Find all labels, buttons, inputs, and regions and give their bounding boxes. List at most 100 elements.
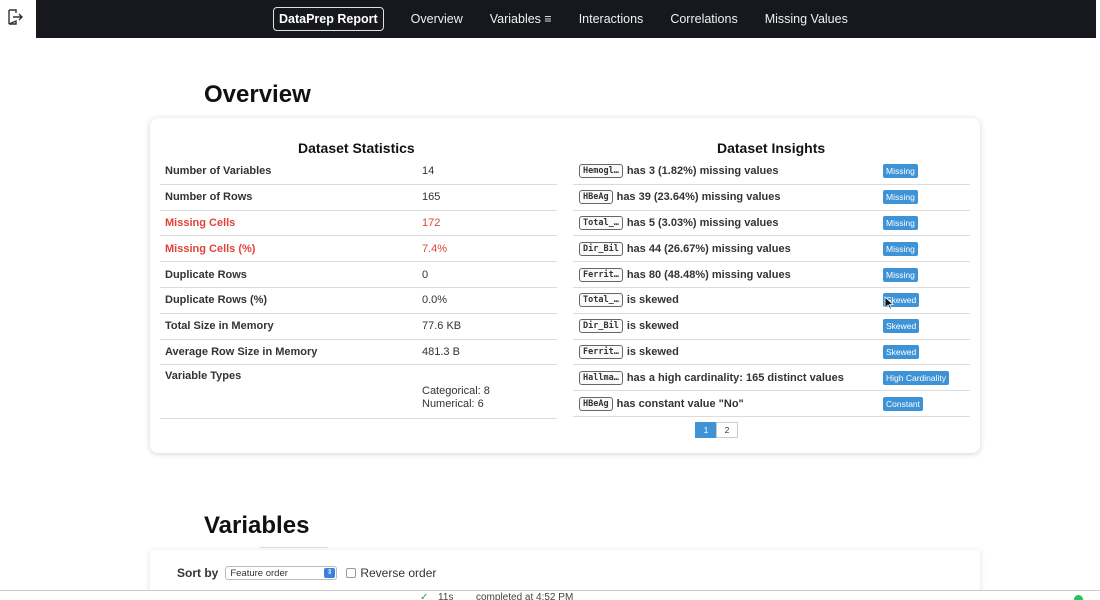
sort-by-label: Sort by: [177, 566, 219, 580]
status-duration: 11s: [438, 592, 454, 600]
stat-value: 0: [422, 268, 429, 281]
status-bar: ✓ 11s completed at 4:52 PM: [0, 590, 1100, 600]
insight-text: has 3 (1.82%) missing values: [626, 165, 779, 178]
insight-row: Total_… has 5 (3.03%) missing values Miss…: [573, 211, 970, 237]
nav-missing-values[interactable]: Missing Values: [765, 12, 848, 26]
check-icon: ✓: [420, 592, 429, 600]
stat-value: 165: [422, 191, 441, 204]
stat-value: 77.6 KB: [422, 320, 462, 333]
column-code[interactable]: Ferrit…: [579, 344, 623, 359]
stat-value: 7.4%: [422, 242, 448, 255]
page-1-button[interactable]: 1: [695, 422, 717, 438]
brand-button[interactable]: DataPrep Report: [273, 7, 384, 31]
stat-row: Duplicate Rows 0: [160, 262, 557, 288]
top-navbar: DataPrep Report Overview Variables ≡ Int…: [36, 0, 1096, 38]
stat-label: Missing Cells: [165, 216, 236, 229]
stat-value: 0.0%: [422, 294, 448, 307]
insight-badge[interactable]: Constant: [883, 396, 924, 411]
stat-row-alert: Missing Cells 172: [160, 211, 557, 237]
insight-badge[interactable]: Missing: [883, 190, 918, 205]
variable-types-categorical: Categorical: 8: [422, 385, 490, 398]
insight-text: has constant value "No": [616, 397, 744, 410]
stat-row: Average Row Size in Memory 481.3 B: [160, 340, 557, 366]
insight-badge[interactable]: Missing: [883, 267, 918, 282]
insight-badge[interactable]: High Cardinality: [883, 370, 949, 385]
column-code[interactable]: Hallma…: [579, 370, 623, 385]
stat-row: Duplicate Rows (%) 0.0%: [160, 288, 557, 314]
insight-text: has 5 (3.03%) missing values: [626, 216, 779, 229]
stats-heading: Dataset Statistics: [298, 140, 415, 156]
nav-interactions[interactable]: Interactions: [579, 12, 644, 26]
stat-row: Number of Rows 165: [160, 185, 557, 211]
stat-label: Variable Types: [165, 370, 242, 383]
insight-row: Hemogl… has 3 (1.82%) missing values Miss…: [573, 159, 970, 185]
stat-label: Number of Variables: [165, 165, 272, 178]
overview-title: Overview: [204, 81, 311, 108]
insight-text: has 39 (23.64%) missing values: [616, 191, 781, 204]
insights-pagination: 1 2: [695, 422, 738, 438]
overview-card: Dataset Statistics Dataset Insights Numb…: [150, 118, 980, 453]
insight-row: HBeAg has constant value "No" Constant: [573, 391, 970, 417]
select-arrows-icon: ⇕: [324, 568, 336, 578]
column-code[interactable]: Dir_Bil: [579, 319, 623, 334]
insights-heading: Dataset Insights: [717, 140, 826, 156]
stat-label: Total Size in Memory: [165, 320, 274, 333]
stat-row-alert: Missing Cells (%) 7.4%: [160, 236, 557, 263]
insight-text: has 80 (48.48%) missing values: [626, 268, 791, 281]
title-divider: [260, 547, 328, 548]
insight-row: Ferrit… has 80 (48.48%) missing values Mi…: [573, 262, 970, 288]
insight-row: Hallma… has a high cardinality: 165 disti…: [573, 365, 970, 392]
nav-variables[interactable]: Variables ≡: [490, 12, 552, 26]
insight-text: has a high cardinality: 165 distinct val…: [626, 371, 844, 384]
column-code[interactable]: Total_…: [579, 215, 623, 230]
stat-row: Number of Variables 14: [160, 159, 557, 185]
insight-badge[interactable]: Skewed: [883, 344, 920, 359]
dataset-stats-table: Number of Variables 14 Number of Rows 16…: [160, 159, 557, 420]
column-code[interactable]: Hemogl…: [579, 164, 623, 179]
stat-row: Total Size in Memory 77.6 KB: [160, 314, 557, 340]
column-code[interactable]: HBeAg: [579, 190, 613, 205]
stat-value: 481.3 B: [422, 345, 460, 358]
stat-value: 14: [422, 165, 435, 178]
dataset-insights-table: Hemogl… has 3 (1.82%) missing values Miss…: [573, 159, 970, 417]
stat-label: Duplicate Rows: [165, 268, 247, 281]
nav-correlations[interactable]: Correlations: [670, 12, 737, 26]
insight-badge[interactable]: Missing: [883, 164, 918, 179]
insight-text: is skewed: [626, 294, 679, 307]
insight-text: is skewed: [626, 320, 679, 333]
insight-badge[interactable]: Skewed: [883, 319, 920, 334]
insight-text: is skewed: [626, 345, 679, 358]
stat-label: Number of Rows: [165, 191, 253, 204]
stat-label: Average Row Size in Memory: [165, 345, 318, 358]
stat-label: Duplicate Rows (%): [165, 294, 268, 307]
mouse-cursor-icon: [884, 296, 894, 310]
insight-row: Dir_Bil is skewed Skewed: [573, 314, 970, 340]
reverse-order-label: Reverse order: [360, 566, 437, 580]
variable-types-numerical: Numerical: 6: [422, 398, 484, 411]
stat-value: 172: [422, 216, 441, 229]
nav-overview[interactable]: Overview: [411, 12, 463, 26]
status-completed: completed at 4:52 PM: [476, 592, 574, 600]
sort-select-value: Feature order: [230, 567, 288, 579]
column-code[interactable]: Total_…: [579, 293, 623, 308]
stat-value: Categorical: 8 Numerical: 6: [422, 370, 490, 411]
stat-row: Variable Types Categorical: 8 Numerical:…: [160, 365, 557, 420]
page-2-button[interactable]: 2: [716, 422, 738, 438]
column-code[interactable]: Dir_Bil: [579, 241, 623, 256]
sort-select[interactable]: Feature order ⇕: [225, 566, 338, 580]
column-code[interactable]: Ferrit…: [579, 267, 623, 282]
insight-row: HBeAg has 39 (23.64%) missing values Miss…: [573, 185, 970, 211]
sort-controls: Sort by Feature order ⇕ Reverse order: [177, 566, 436, 580]
insight-row: Ferrit… is skewed Skewed: [573, 340, 970, 366]
insight-text: has 44 (26.67%) missing values: [626, 242, 791, 255]
column-code[interactable]: HBeAg: [579, 396, 613, 411]
insight-badge[interactable]: Missing: [883, 215, 918, 230]
insight-row: Total_… is skewed Skewed: [573, 288, 970, 314]
reverse-order-checkbox[interactable]: [346, 568, 357, 578]
stat-label: Missing Cells (%): [165, 242, 256, 255]
variables-title: Variables: [204, 512, 310, 539]
insight-badge[interactable]: Missing: [883, 241, 918, 256]
insight-row: Dir_Bil has 44 (26.67%) missing values Mi…: [573, 236, 970, 263]
status-dot-icon: [1074, 595, 1083, 600]
exit-icon[interactable]: [6, 8, 24, 26]
